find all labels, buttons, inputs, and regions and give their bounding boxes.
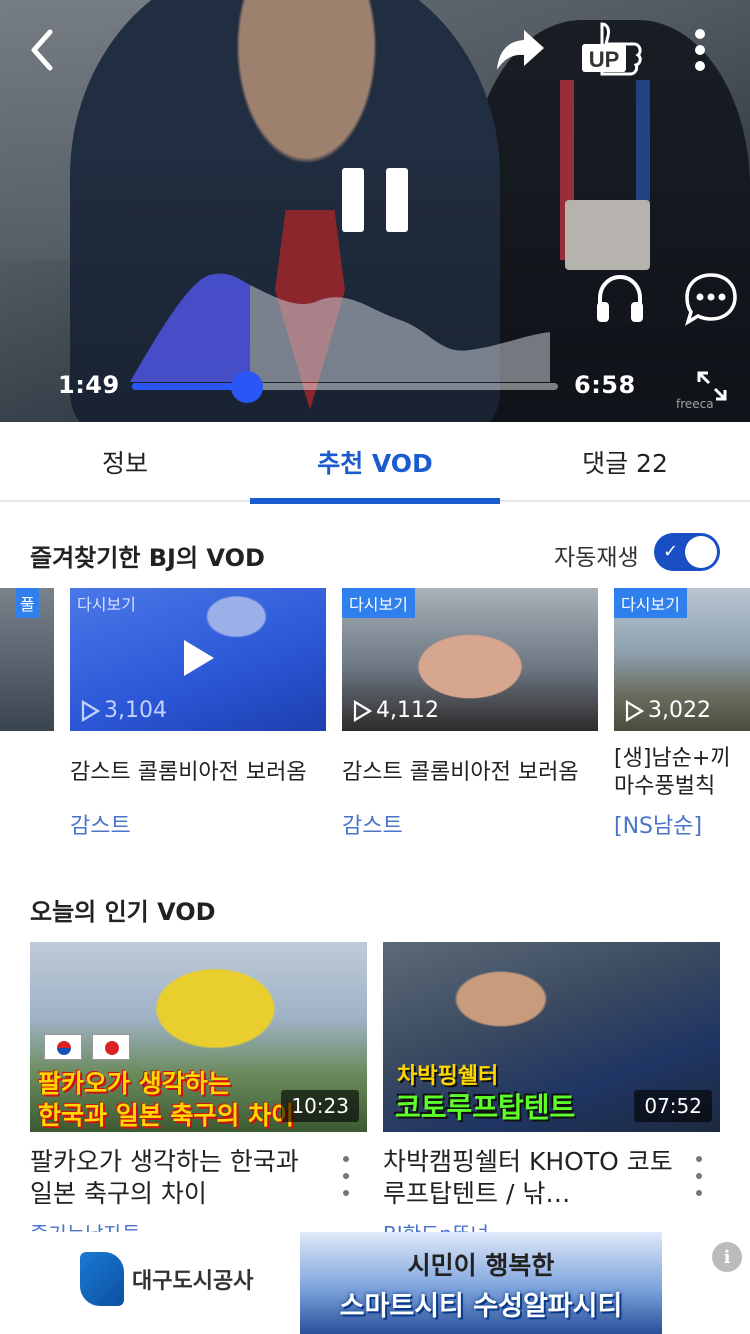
vod-author[interactable]: [NS남순]	[614, 808, 702, 838]
play-icon	[184, 640, 214, 676]
flag-japan	[92, 1034, 130, 1060]
autoplay-label: 자동재생	[554, 545, 639, 571]
view-count: 3,104	[80, 698, 167, 723]
tab-info[interactable]: 정보	[0, 422, 250, 502]
thumbnail-caption-line2: 코토루프탑텐트	[395, 1091, 576, 1124]
seek-progress	[132, 383, 248, 390]
chat-icon	[685, 273, 737, 326]
headphones-icon	[597, 274, 643, 322]
total-duration: 6:58	[574, 371, 636, 399]
video-watermark: freeca	[676, 397, 714, 411]
audio-waveform	[130, 273, 550, 382]
toggle-knob	[685, 536, 717, 568]
video-duration: 07:52	[634, 1090, 712, 1122]
vod-thumbnail: 다시보기 4,112	[342, 588, 598, 731]
ad-logo: 대구도시공사	[80, 1252, 253, 1306]
vod-author[interactable]: 감스트	[342, 808, 403, 840]
autoplay-toggle[interactable]: ✓	[654, 533, 720, 571]
share-icon	[497, 30, 544, 70]
up-button[interactable]: UP	[580, 22, 644, 78]
vod-title: [생]남순+끼	[614, 746, 731, 771]
back-icon	[31, 29, 53, 71]
popular-vod-title: 차박캠핑쉘터 KHOTO 코토 루프탑텐트 / 낚…	[383, 1147, 673, 1208]
tab-recommended-vod[interactable]: 추천 VOD	[250, 422, 500, 504]
replay-tag: 풀	[16, 588, 39, 618]
views-play-icon	[625, 699, 644, 722]
back-button[interactable]	[22, 28, 62, 72]
check-icon: ✓	[663, 541, 679, 562]
ad-info-icon[interactable]: i	[712, 1242, 742, 1272]
pause-icon	[342, 168, 408, 232]
replay-tag: 다시보기	[614, 588, 687, 618]
share-button[interactable]	[494, 26, 546, 74]
popular-section-title: 오늘의 인기 VOD	[30, 898, 216, 926]
vod-thumbnail: 다시보기 3,104	[70, 588, 326, 731]
view-count: 4,112	[352, 698, 439, 723]
popular-vod-thumbnail: 팔카오가 생각하는 한국과 일본 축구의 차이 10:23	[30, 942, 367, 1132]
app-screen: UP 1:49 6:58 freeca 정보 추천 VOD 댓글 22 즐겨찾기…	[0, 0, 750, 1334]
view-count-value: 3,022	[648, 698, 711, 723]
more-vertical-icon[interactable]	[336, 1156, 356, 1196]
pause-button[interactable]	[340, 166, 412, 234]
view-count-value: 4,112	[376, 698, 439, 723]
views-play-icon	[81, 699, 100, 722]
vod-author[interactable]: 감스트	[70, 808, 131, 840]
ad-banner-image: 시민이 행복한 스마트시티 수성알파시티	[300, 1232, 662, 1334]
vod-thumbnail: 다시보기 3,022	[614, 588, 750, 731]
ad-logo-name: 대구도시공사	[132, 1269, 254, 1294]
content-tabs: 정보 추천 VOD 댓글 22	[0, 422, 750, 504]
more-options-button[interactable]	[688, 26, 712, 74]
ad-subheadline: 스마트시티 수성알파시티	[339, 1291, 623, 1322]
favorite-section-title: 즐겨찾기한 BJ의 VOD	[30, 544, 265, 572]
vod-thumbnail: 풀	[0, 588, 54, 731]
seek-thumb[interactable]	[231, 371, 264, 403]
popular-vod-title: 팔카오가 생각하는 한국과 일본 축구의 차이	[30, 1147, 299, 1208]
flag-korea	[44, 1034, 82, 1060]
seek-bar[interactable]	[132, 371, 558, 403]
chat-button[interactable]	[684, 272, 738, 326]
ad-banner[interactable]: 대구도시공사 시민이 행복한 스마트시티 수성알파시티	[0, 1232, 750, 1334]
tab-comments[interactable]: 댓글 22	[500, 422, 750, 502]
views-play-icon	[353, 699, 372, 722]
more-vertical-icon[interactable]	[689, 1156, 709, 1196]
thumbnail-caption-line2: 한국과 일본 축구의 차이	[38, 1101, 295, 1130]
popular-vod-thumbnail: 차박핑쉘터 코토루프탑텐트 07:52	[383, 942, 720, 1132]
replay-tag: 다시보기	[77, 595, 136, 614]
video-player[interactable]: UP 1:49 6:58 freeca	[0, 0, 750, 422]
up-icon: UP	[582, 22, 642, 76]
replay-tag: 다시보기	[342, 588, 415, 618]
svg-text:UP: UP	[589, 47, 620, 72]
vod-title: 감스트 콜롬비아전 보러옴	[342, 760, 579, 785]
video-duration: 10:23	[281, 1090, 359, 1122]
daegu-logo-icon	[80, 1252, 124, 1306]
view-count: 3,022	[624, 698, 711, 723]
view-count-value: 3,104	[104, 698, 167, 723]
thumbnail-caption-line1: 팔카오가 생각하는	[38, 1069, 231, 1098]
vod-card[interactable]: 다시보기 3,022 [생]남순+끼 마수풍벌칙 [NS남순]	[614, 588, 750, 838]
vod-title: 감스트 콜롬비아전 보러옴	[70, 760, 307, 785]
ad-headline: 시민이 행복한	[407, 1251, 555, 1280]
more-vertical-icon	[695, 29, 705, 71]
current-time: 1:49	[58, 371, 120, 399]
audio-only-button[interactable]	[594, 272, 646, 324]
vod-title-line2: 마수풍벌칙	[614, 774, 716, 799]
